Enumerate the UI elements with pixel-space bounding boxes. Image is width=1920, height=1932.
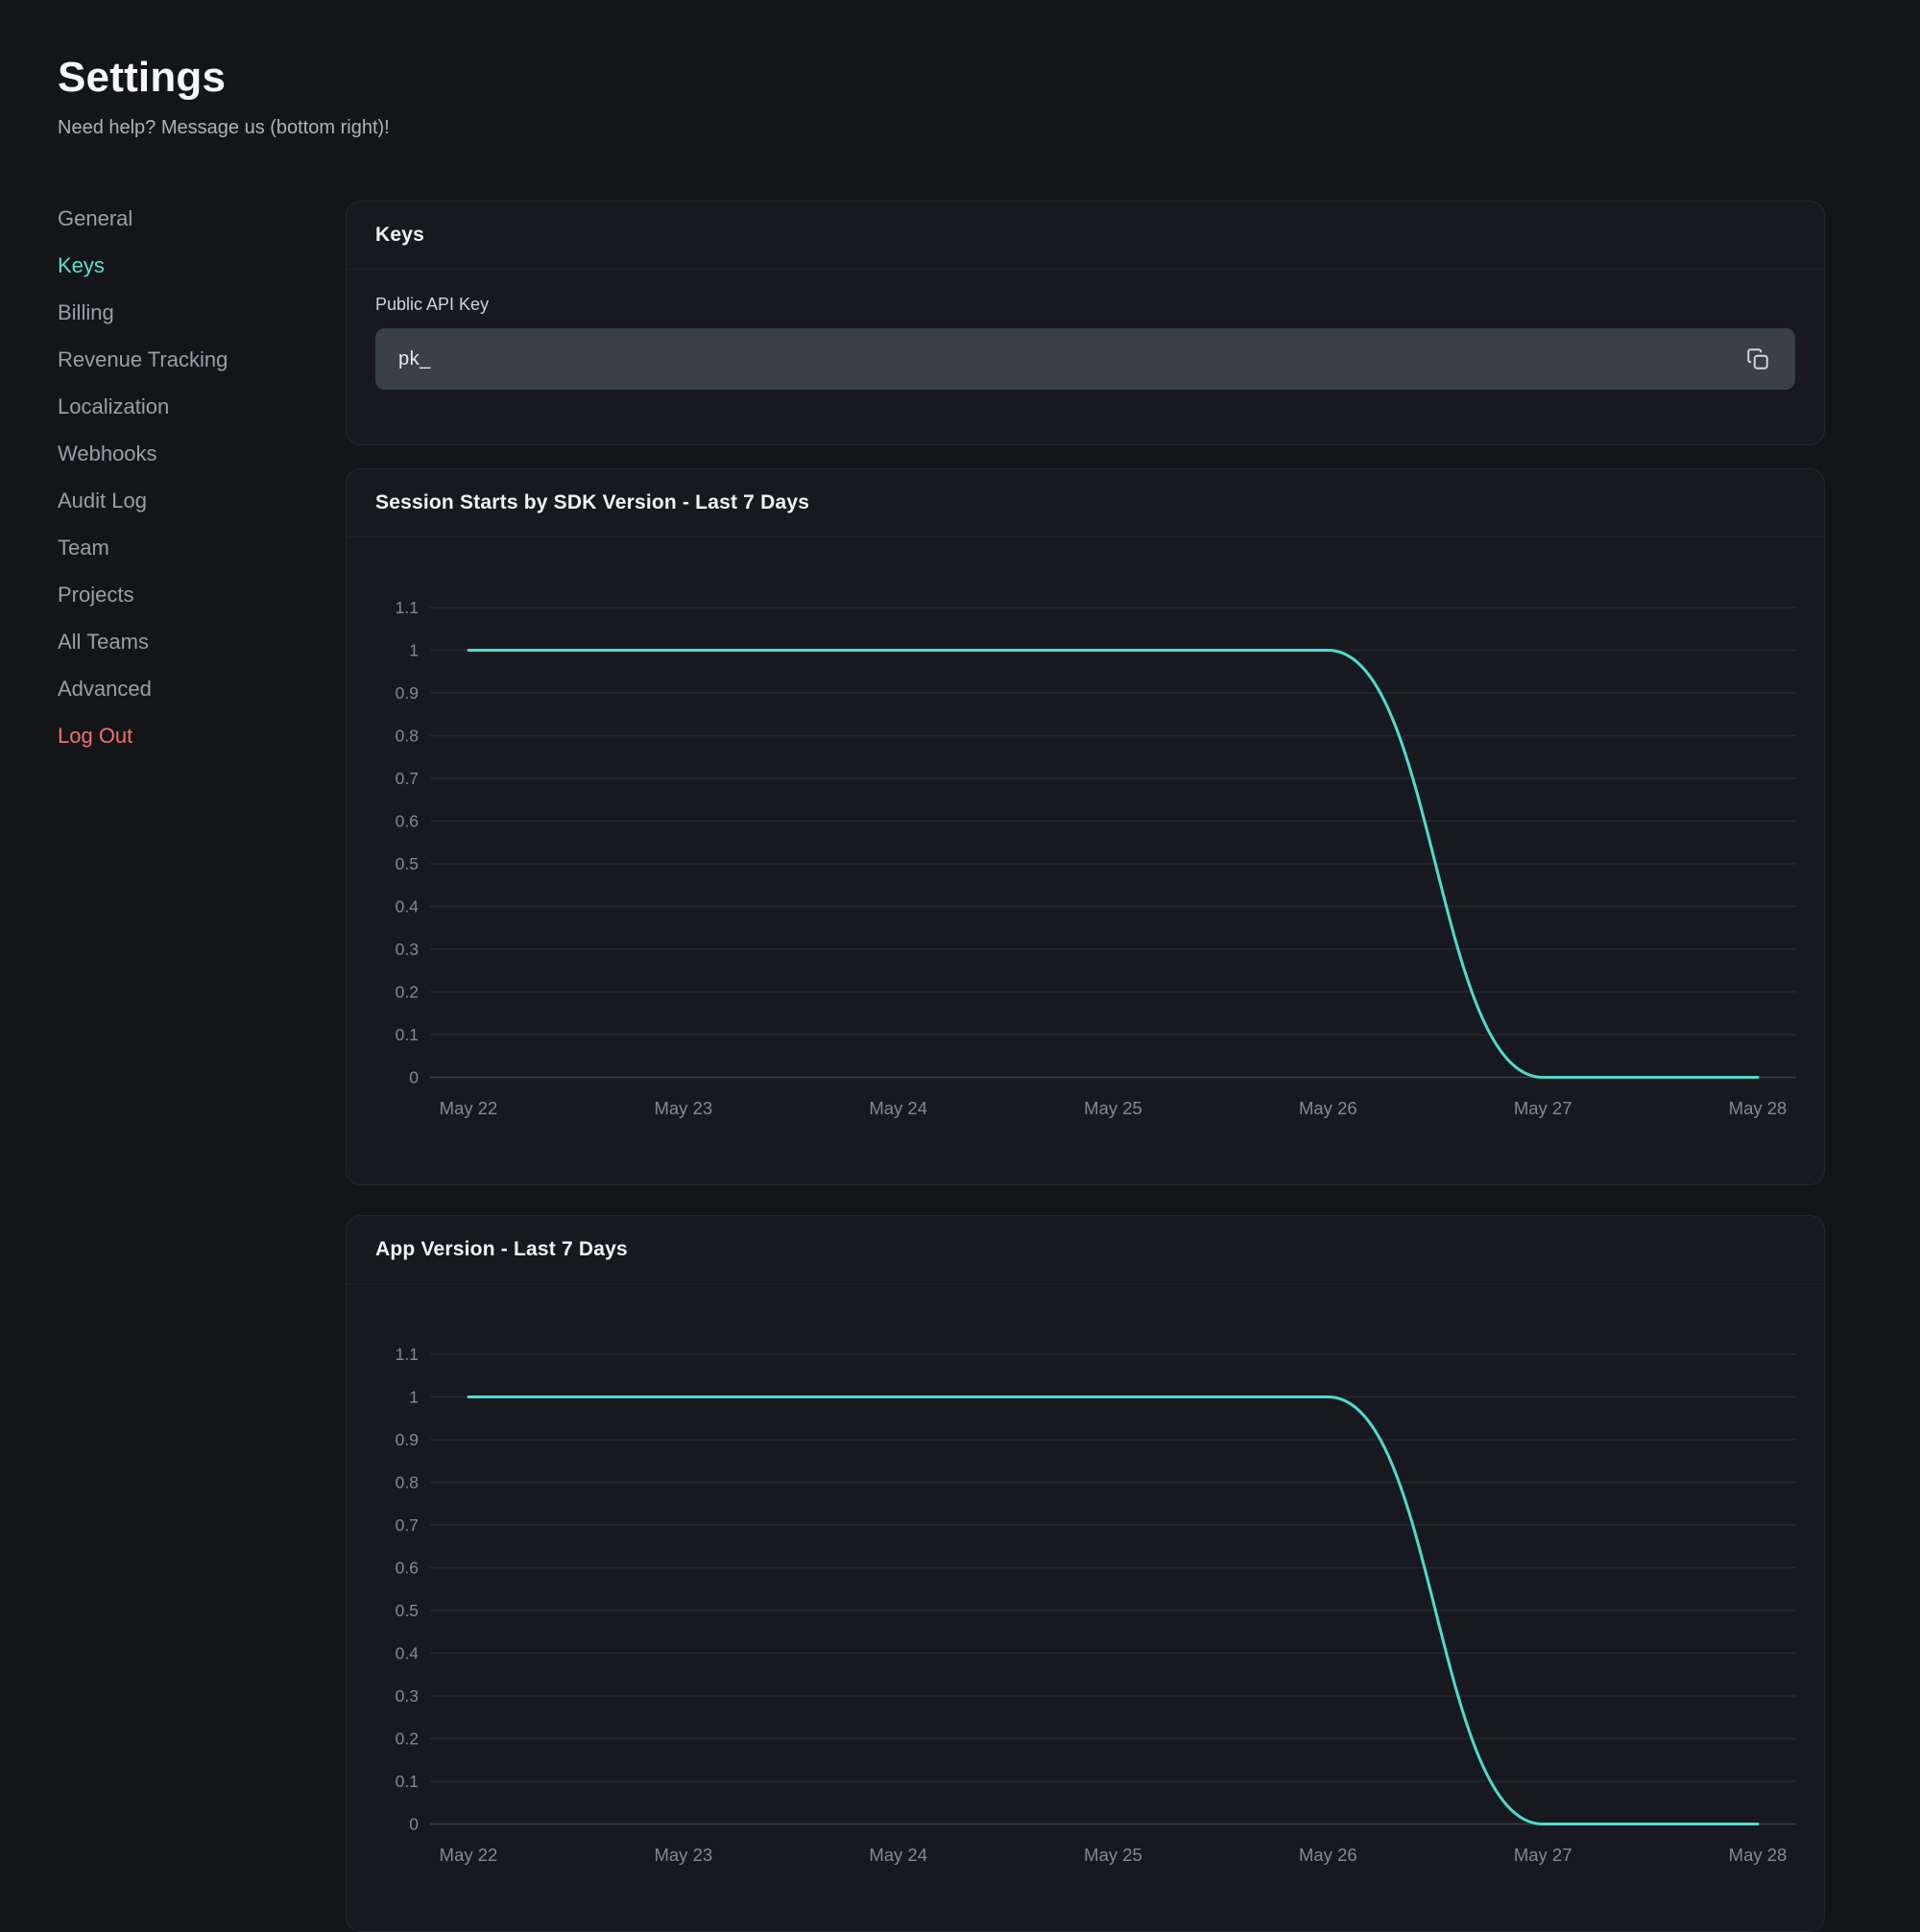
sidebar-item-keys[interactable]: Keys — [58, 242, 326, 289]
app-version-chart: 1.1 1 0.9 0.8 0.7 0.6 0.5 0.4 0.3 0.2 0.1 0 May 22 Ma… — [347, 1284, 1824, 1931]
sidebar-item-revenue-tracking[interactable]: Revenue Tracking — [58, 336, 326, 383]
svg-text:May 25: May 25 — [1084, 1098, 1142, 1118]
svg-text:0.8: 0.8 — [396, 727, 419, 746]
sidebar-item-webhooks[interactable]: Webhooks — [58, 430, 326, 477]
svg-text:May 26: May 26 — [1299, 1845, 1357, 1865]
svg-text:May 28: May 28 — [1729, 1098, 1788, 1118]
svg-text:May 27: May 27 — [1514, 1098, 1572, 1118]
svg-text:0.7: 0.7 — [396, 769, 419, 788]
sidebar-item-log-out[interactable]: Log Out — [58, 712, 326, 759]
svg-text:0.2: 0.2 — [396, 1729, 419, 1749]
svg-text:May 22: May 22 — [440, 1098, 498, 1118]
page-title: Settings — [58, 54, 390, 102]
sidebar-item-general[interactable]: General — [58, 195, 326, 242]
sessions-chart-header: Session Starts by SDK Version - Last 7 D… — [347, 469, 1824, 537]
svg-text:May 26: May 26 — [1299, 1098, 1357, 1118]
svg-text:May 24: May 24 — [869, 1845, 927, 1865]
sessions-chart-card: Session Starts by SDK Version - Last 7 D… — [346, 468, 1825, 1185]
svg-text:1.1: 1.1 — [396, 1345, 419, 1364]
svg-text:0: 0 — [409, 1815, 419, 1834]
svg-text:0.1: 0.1 — [396, 1772, 419, 1791]
public-api-key-value: pk_ — [398, 348, 431, 370]
svg-text:0.3: 0.3 — [396, 1686, 419, 1705]
svg-text:0.4: 0.4 — [396, 1644, 420, 1663]
app-version-chart-header: App Version - Last 7 Days — [347, 1216, 1824, 1284]
app-version-chart-card: App Version - Last 7 Days 1.1 1 0.9 0.8 0.7 0… — [346, 1215, 1825, 1932]
svg-text:0.2: 0.2 — [396, 983, 419, 1002]
sidebar-item-audit-log[interactable]: Audit Log — [58, 477, 326, 524]
public-api-key-label: Public API Key — [375, 295, 1795, 315]
main-content: Keys Public API Key pk_ Session Starts b… — [346, 201, 1825, 1932]
svg-text:1: 1 — [409, 641, 419, 660]
svg-text:0.3: 0.3 — [396, 940, 419, 959]
svg-text:May 22: May 22 — [440, 1845, 498, 1865]
keys-card: Keys Public API Key pk_ — [346, 201, 1825, 445]
svg-text:0.5: 0.5 — [396, 1601, 419, 1620]
page-header: Settings Need help? Message us (bottom r… — [58, 54, 390, 139]
svg-text:May 23: May 23 — [654, 1845, 712, 1865]
svg-text:0.9: 0.9 — [396, 1430, 419, 1449]
svg-text:May 27: May 27 — [1514, 1845, 1572, 1865]
sidebar-item-projects[interactable]: Projects — [58, 571, 326, 618]
svg-text:May 23: May 23 — [654, 1098, 712, 1118]
sidebar-item-billing[interactable]: Billing — [58, 289, 326, 336]
svg-text:0.6: 0.6 — [396, 812, 419, 831]
sessions-chart: 1.1 1 0.9 0.8 0.7 0.6 0.5 0.4 0.3 0.2 0.1 0 May 22 Ma… — [347, 537, 1824, 1184]
sessions-chart-title: Session Starts by SDK Version - Last 7 D… — [375, 491, 809, 514]
svg-text:May 25: May 25 — [1084, 1845, 1142, 1865]
svg-text:0.5: 0.5 — [396, 854, 419, 873]
svg-text:0: 0 — [409, 1068, 419, 1087]
keys-card-header: Keys — [347, 202, 1824, 270]
svg-text:0.9: 0.9 — [396, 683, 419, 703]
public-api-key-field[interactable]: pk_ — [375, 328, 1795, 390]
copy-icon — [1745, 346, 1770, 371]
svg-text:0.1: 0.1 — [396, 1025, 419, 1044]
sidebar-item-localization[interactable]: Localization — [58, 383, 326, 430]
svg-text:May 24: May 24 — [869, 1098, 927, 1118]
svg-text:0.4: 0.4 — [396, 897, 420, 917]
svg-text:0.6: 0.6 — [396, 1559, 419, 1578]
svg-text:1.1: 1.1 — [396, 598, 419, 617]
svg-text:0.7: 0.7 — [396, 1515, 419, 1535]
svg-text:May 28: May 28 — [1729, 1845, 1788, 1865]
sidebar: GeneralKeysBillingRevenue TrackingLocali… — [58, 195, 326, 759]
svg-text:1: 1 — [409, 1388, 419, 1407]
svg-text:0.8: 0.8 — [396, 1473, 419, 1492]
sidebar-item-all-teams[interactable]: All Teams — [58, 618, 326, 665]
page-subtitle: Need help? Message us (bottom right)! — [58, 117, 390, 139]
copy-button[interactable] — [1740, 341, 1776, 377]
app-version-chart-title: App Version - Last 7 Days — [375, 1238, 628, 1261]
sidebar-item-advanced[interactable]: Advanced — [58, 665, 326, 712]
sidebar-item-team[interactable]: Team — [58, 524, 326, 571]
keys-card-title: Keys — [375, 224, 424, 247]
